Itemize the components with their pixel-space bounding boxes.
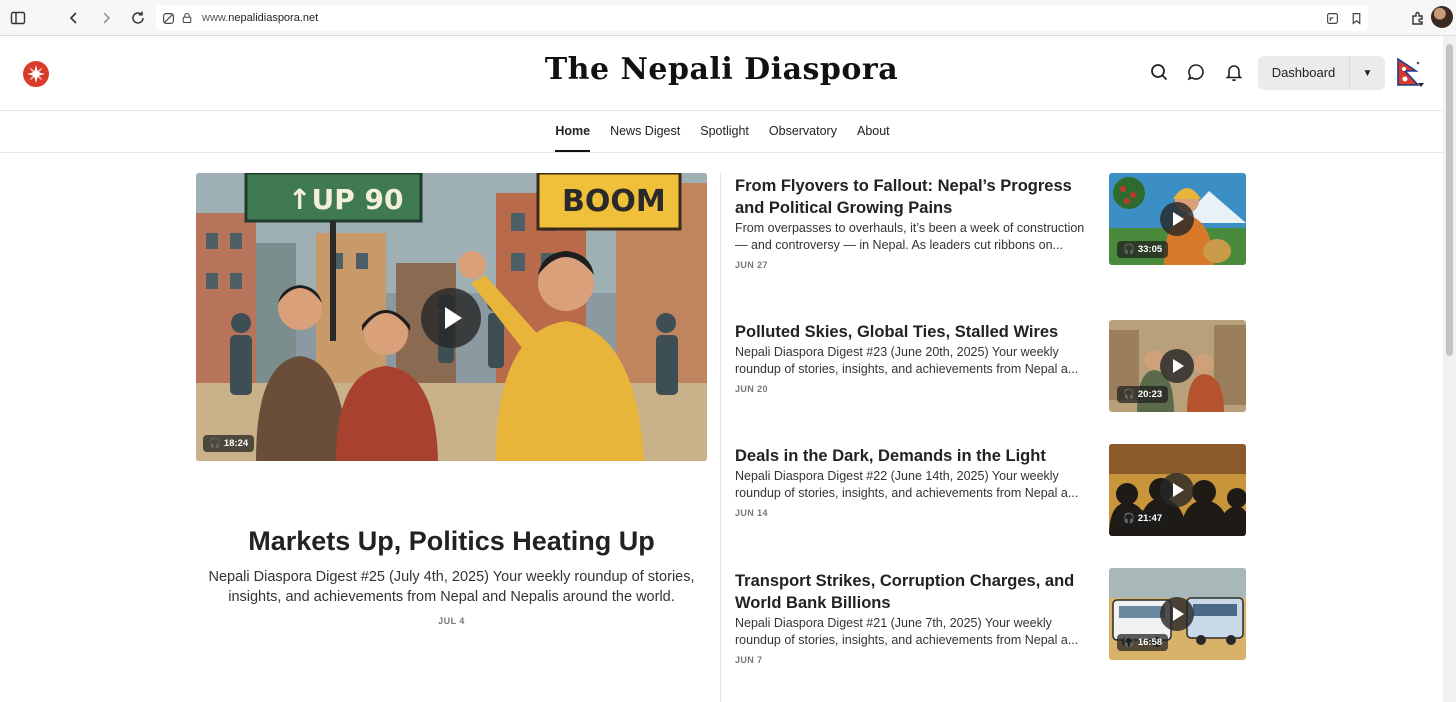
headphones-icon: 🎧 bbox=[1123, 513, 1135, 524]
post-title[interactable]: Transport Strikes, Corruption Charges, a… bbox=[735, 570, 1095, 614]
bookmark-icon[interactable] bbox=[1344, 5, 1368, 31]
post-item[interactable]: Polluted Skies, Global Ties, Stalled Wir… bbox=[735, 320, 1247, 412]
back-icon[interactable] bbox=[58, 0, 90, 36]
bell-icon[interactable] bbox=[1224, 62, 1244, 82]
post-item[interactable]: Transport Strikes, Corruption Charges, a… bbox=[735, 568, 1247, 665]
post-description: Nepali Diaspora Digest #22 (June 14th, 2… bbox=[735, 469, 1079, 500]
dashboard-label[interactable]: Dashboard bbox=[1258, 56, 1350, 90]
headphones-icon: 🎧 bbox=[1123, 389, 1135, 400]
nav-home[interactable]: Home bbox=[555, 112, 590, 152]
browser-toolbar: www.nepalidiaspora.net bbox=[0, 0, 1456, 36]
post-duration-badge: 🎧 20:23 bbox=[1117, 386, 1169, 403]
user-avatar-menu[interactable] bbox=[1396, 57, 1426, 89]
column-divider bbox=[720, 173, 721, 702]
chat-icon[interactable] bbox=[1186, 62, 1206, 82]
main-nav: Home News Digest Spotlight Observatory A… bbox=[0, 112, 1443, 153]
post-duration-badge: 🎧 16:58 bbox=[1117, 634, 1169, 651]
nav-about[interactable]: About bbox=[857, 112, 890, 152]
sidebar-toggle-icon[interactable] bbox=[2, 0, 34, 36]
featured-post-date: JUL 4 bbox=[438, 616, 465, 626]
url-text: www.nepalidiaspora.net bbox=[202, 12, 319, 24]
post-thumbnail[interactable]: 🎧 21:47 bbox=[1109, 444, 1246, 536]
post-title[interactable]: From Flyovers to Fallout: Nepal’s Progre… bbox=[735, 175, 1095, 219]
featured-play-button[interactable] bbox=[421, 288, 481, 348]
tracking-icon[interactable] bbox=[156, 5, 180, 31]
address-bar[interactable]: www.nepalidiaspora.net bbox=[156, 5, 1368, 31]
extensions-icon[interactable] bbox=[1402, 0, 1434, 36]
headphones-icon: 🎧 bbox=[209, 438, 221, 449]
search-icon[interactable] bbox=[1149, 62, 1169, 82]
nav-observatory[interactable]: Observatory bbox=[769, 112, 837, 152]
dashboard-dropdown-icon[interactable]: ▼ bbox=[1350, 68, 1385, 79]
scrollbar-thumb[interactable] bbox=[1446, 44, 1453, 356]
post-thumbnail[interactable]: 🎧 33:05 bbox=[1109, 173, 1246, 265]
post-duration-badge: 🎧 21:47 bbox=[1117, 510, 1169, 527]
svg-text:BOOM: BOOM bbox=[562, 184, 666, 219]
svg-text:↑UP 90: ↑UP 90 bbox=[288, 183, 403, 216]
featured-duration-badge: 🎧 18:24 bbox=[203, 435, 255, 452]
headphones-icon: 🎧 bbox=[1123, 637, 1135, 648]
reload-icon[interactable] bbox=[122, 0, 154, 36]
post-play-button[interactable] bbox=[1160, 202, 1194, 236]
dashboard-button[interactable]: Dashboard ▼ bbox=[1258, 56, 1385, 90]
post-duration-badge: 🎧 33:05 bbox=[1117, 241, 1169, 258]
browser-profile-avatar[interactable] bbox=[1431, 6, 1453, 28]
post-thumbnail[interactable]: 🎧 16:58 bbox=[1109, 568, 1246, 660]
post-item[interactable]: From Flyovers to Fallout: Nepal’s Progre… bbox=[735, 173, 1247, 270]
site-header: The Nepali Diaspora Dashboard ▼ bbox=[0, 36, 1443, 111]
featured-post-title[interactable]: Markets Up, Politics Heating Up bbox=[196, 526, 707, 557]
lock-icon[interactable] bbox=[180, 5, 194, 31]
post-play-button[interactable] bbox=[1160, 597, 1194, 631]
post-play-button[interactable] bbox=[1160, 349, 1194, 383]
post-description: From overpasses to overhauls, it’s been … bbox=[735, 221, 1085, 252]
post-description: Nepali Diaspora Digest #23 (June 20th, 2… bbox=[735, 345, 1079, 376]
post-thumbnail[interactable]: 🎧 20:23 bbox=[1109, 320, 1246, 412]
featured-post-subtitle: Nepali Diaspora Digest #25 (July 4th, 20… bbox=[208, 569, 695, 605]
forward-icon[interactable] bbox=[90, 0, 122, 36]
nav-news-digest[interactable]: News Digest bbox=[610, 112, 680, 152]
post-play-button[interactable] bbox=[1160, 473, 1194, 507]
featured-post-image[interactable]: ↑UP 90 BOOM 🎧 18:24 bbox=[196, 173, 707, 461]
post-title[interactable]: Deals in the Dark, Demands in the Light bbox=[735, 445, 1095, 467]
headphones-icon: 🎧 bbox=[1123, 244, 1135, 255]
post-item[interactable]: Deals in the Dark, Demands in the Light … bbox=[735, 444, 1247, 536]
post-title[interactable]: Polluted Skies, Global Ties, Stalled Wir… bbox=[735, 321, 1095, 343]
page-scrollbar[interactable] bbox=[1443, 36, 1456, 702]
reader-mode-icon[interactable] bbox=[1320, 5, 1344, 31]
post-description: Nepali Diaspora Digest #21 (June 7th, 20… bbox=[735, 616, 1079, 647]
nav-spotlight[interactable]: Spotlight bbox=[700, 112, 749, 152]
